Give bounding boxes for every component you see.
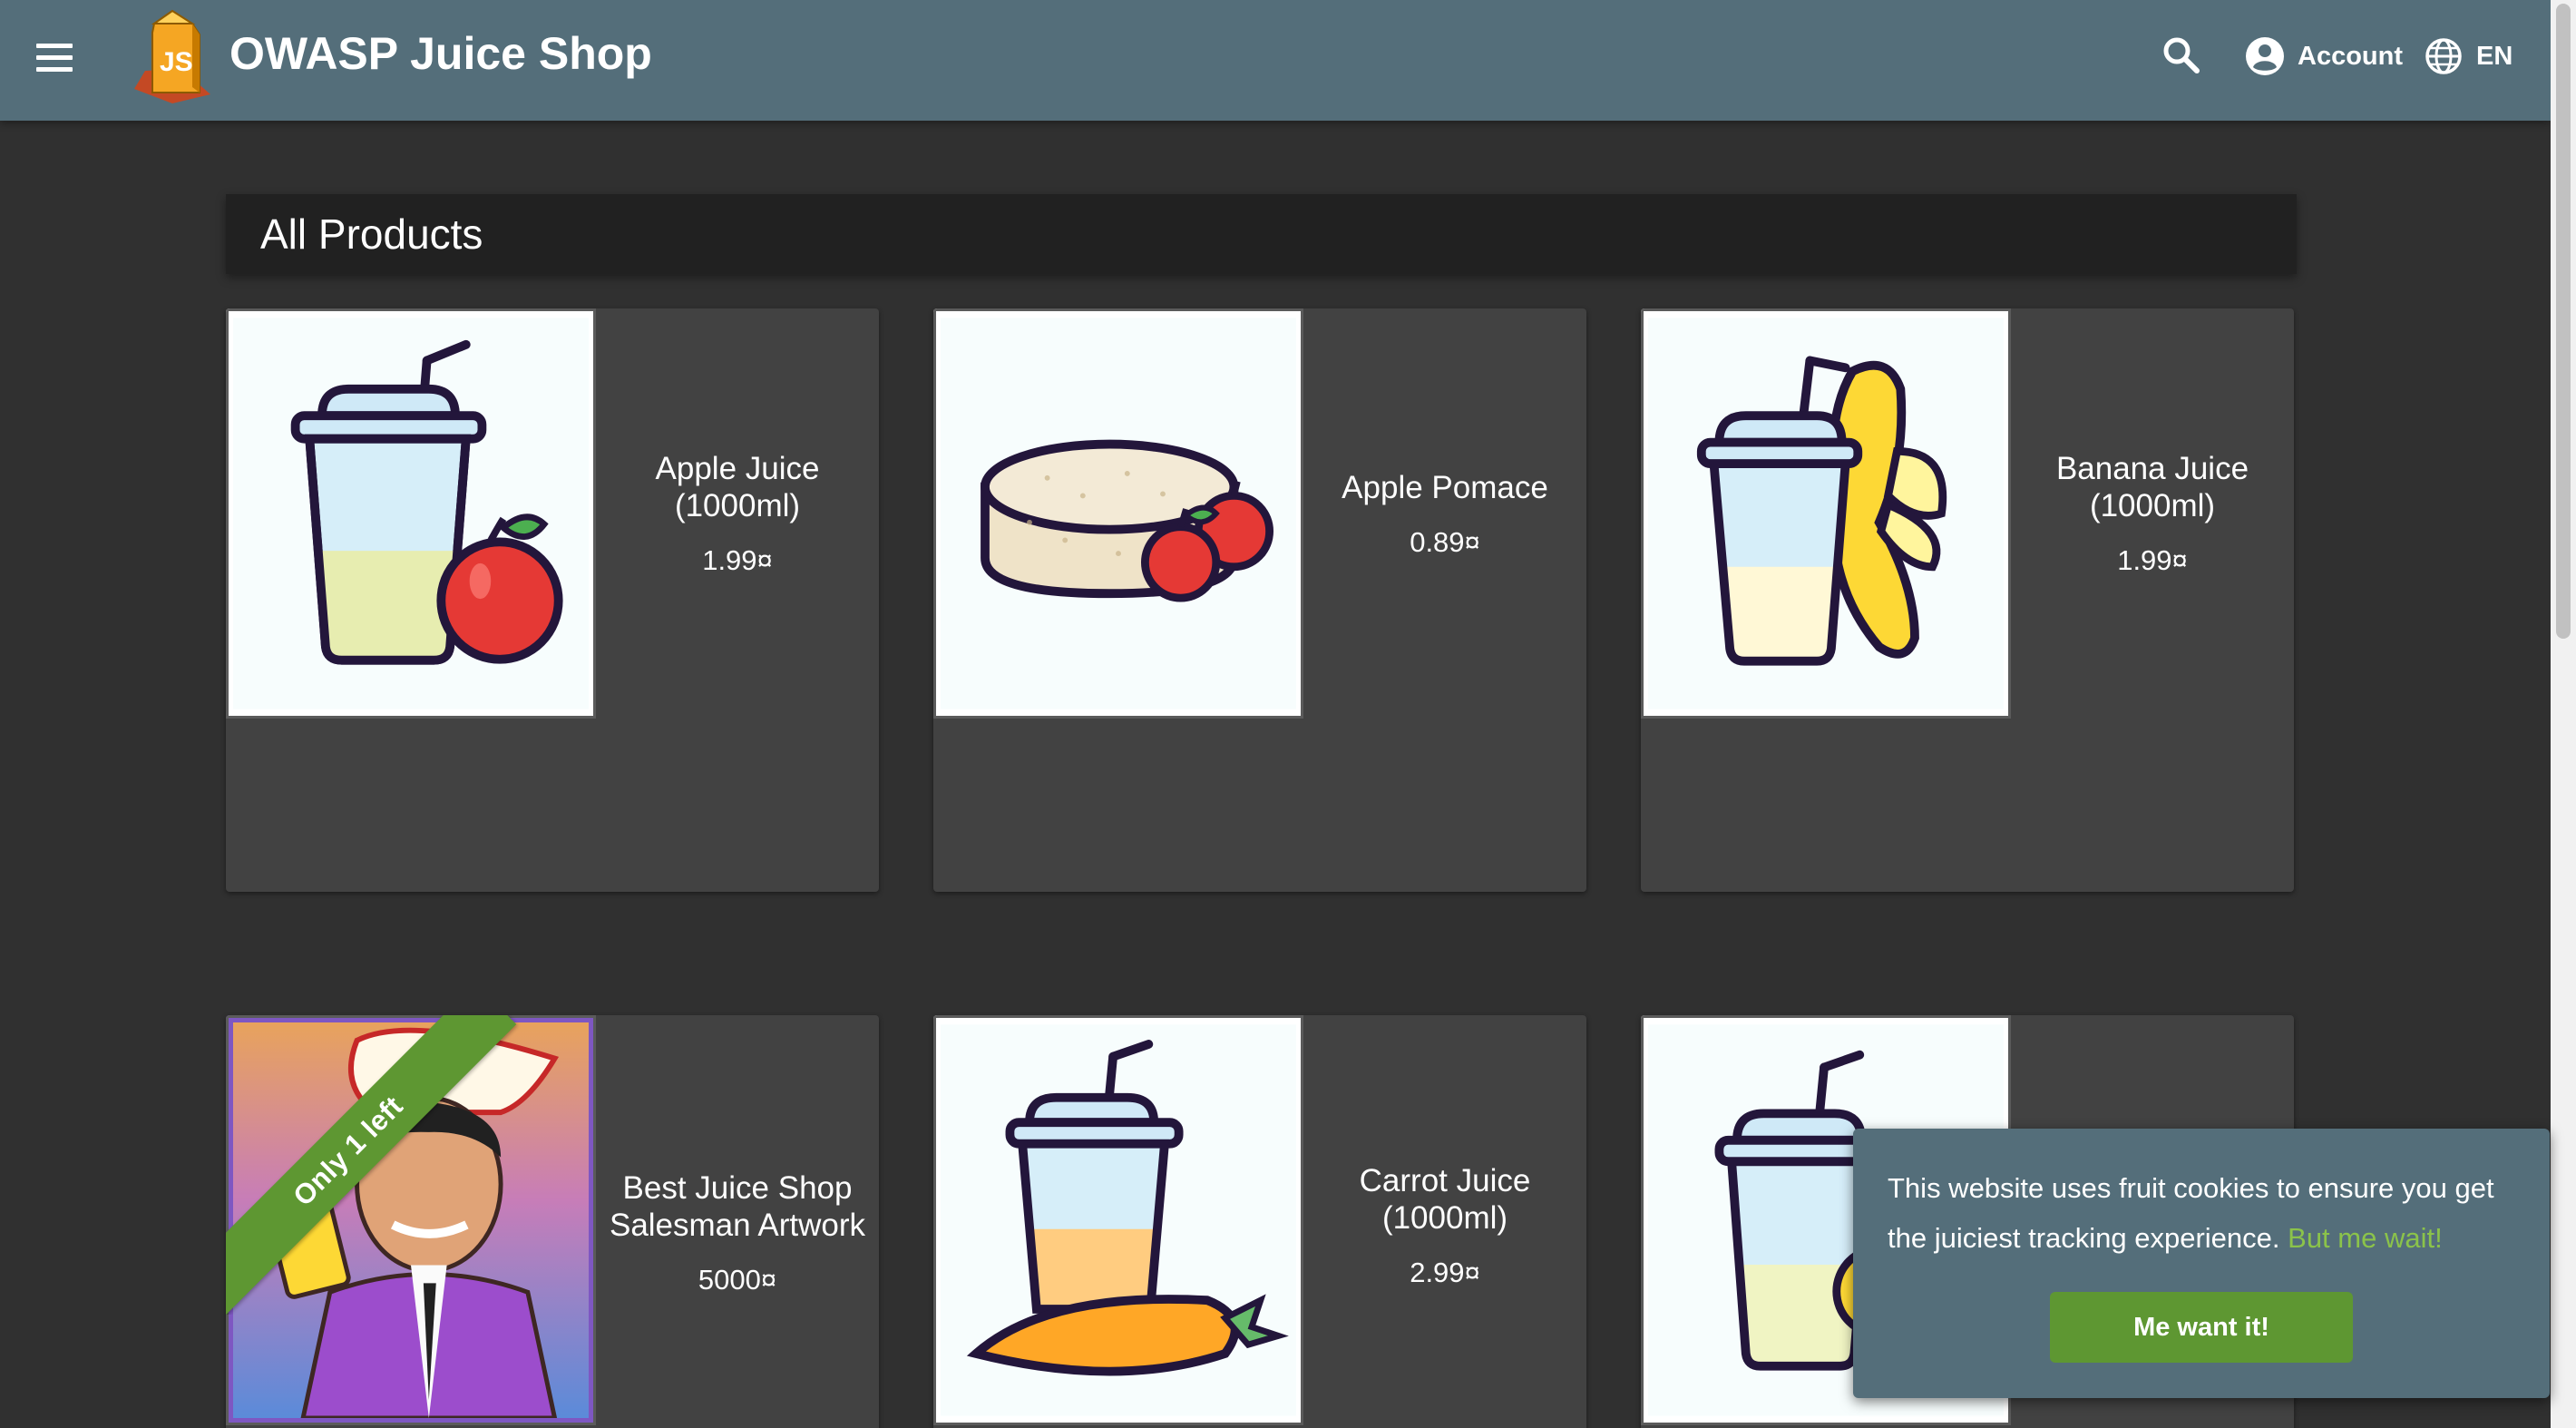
hamburger-menu-icon[interactable] bbox=[27, 34, 82, 80]
product-info: Carrot Juice (1000ml) 2.99¤ bbox=[1303, 1026, 1586, 1425]
page-title: All Products bbox=[260, 210, 483, 258]
product-image-salesman-artwork bbox=[226, 1015, 596, 1425]
cookie-consent-banner: This website uses fruit cookies to ensur… bbox=[1853, 1129, 2550, 1398]
account-button[interactable]: Account bbox=[2245, 31, 2403, 82]
product-card-apple-juice[interactable]: Apple Juice (1000ml) 1.99¤ bbox=[226, 308, 879, 892]
product-info: Best Juice Shop Salesman Artwork 5000¤ bbox=[596, 1033, 879, 1428]
product-card-banana-juice[interactable]: Banana Juice (1000ml) 1.99¤ bbox=[1641, 308, 2294, 892]
product-card-apple-pomace[interactable]: Apple Pomace 0.89¤ bbox=[933, 308, 1586, 892]
product-price: 0.89¤ bbox=[1410, 525, 1480, 558]
juice-shop-logo[interactable]: JS bbox=[127, 5, 218, 105]
product-name: Apple Juice (1000ml) bbox=[655, 451, 820, 523]
product-info: Apple Pomace 0.89¤ bbox=[1303, 308, 1586, 719]
product-card-carrot-juice[interactable]: Carrot Juice (1000ml) 2.99¤ bbox=[933, 1015, 1586, 1428]
product-name: Banana Juice (1000ml) bbox=[2055, 451, 2249, 523]
account-circle-icon bbox=[2246, 37, 2284, 75]
product-price: 1.99¤ bbox=[702, 544, 773, 576]
page-scrollbar[interactable] bbox=[2551, 0, 2576, 1428]
product-image-apple-juice bbox=[226, 308, 596, 719]
product-price: 2.99¤ bbox=[1410, 1257, 1480, 1288]
svg-text:JS: JS bbox=[160, 47, 193, 77]
account-label: Account bbox=[2298, 41, 2403, 71]
product-name: Apple Pomace bbox=[1342, 469, 1548, 505]
cookie-learn-more-link[interactable]: But me wait! bbox=[2288, 1222, 2443, 1254]
product-info: Banana Juice (1000ml) 1.99¤ bbox=[2011, 308, 2294, 719]
product-price: 5000¤ bbox=[698, 1264, 777, 1296]
product-image-banana-juice bbox=[1641, 308, 2011, 719]
product-name: Best Juice Shop Salesman Artwork bbox=[609, 1170, 866, 1243]
product-image-apple-pomace bbox=[933, 308, 1303, 719]
product-image-carrot-juice bbox=[933, 1015, 1303, 1425]
top-toolbar: JS OWASP Juice Shop Account EN bbox=[0, 0, 2551, 121]
section-heading-bar: All Products bbox=[226, 194, 2297, 274]
search-icon[interactable] bbox=[2159, 33, 2204, 78]
product-info: Apple Juice (1000ml) 1.99¤ bbox=[596, 308, 879, 719]
globe-icon bbox=[2425, 38, 2462, 74]
product-name: Carrot Juice (1000ml) bbox=[1359, 1163, 1531, 1236]
app-title[interactable]: OWASP Juice Shop bbox=[229, 27, 652, 80]
scrollbar-thumb[interactable] bbox=[2556, 4, 2571, 639]
product-price: 1.99¤ bbox=[2117, 544, 2188, 576]
language-label: EN bbox=[2476, 41, 2513, 71]
product-card-salesman-artwork[interactable]: Only 1 left Best Juice Shop Salesman Art… bbox=[226, 1015, 879, 1428]
cookie-dismiss-button[interactable]: Me want it! bbox=[2050, 1292, 2353, 1363]
language-button[interactable]: EN bbox=[2424, 31, 2513, 82]
cookie-message: This website uses fruit cookies to ensur… bbox=[1888, 1163, 2515, 1263]
